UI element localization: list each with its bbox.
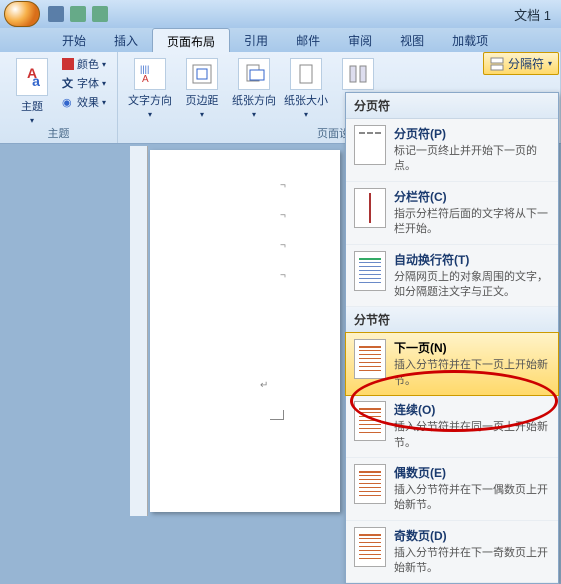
- breaks-button[interactable]: 分隔符 ▾: [483, 52, 559, 75]
- chevron-down-icon: ▾: [548, 59, 552, 68]
- save-icon[interactable]: [48, 6, 64, 22]
- group-label-theme: 主题: [0, 125, 117, 141]
- quick-access-toolbar: [48, 6, 108, 22]
- next-page-icon: [354, 339, 386, 379]
- size-button[interactable]: 纸张大小▾: [280, 56, 332, 119]
- page-break-icon: [354, 125, 386, 165]
- breaks-icon: [490, 57, 504, 71]
- margins-button[interactable]: 页边距▾: [176, 56, 228, 119]
- tab-view[interactable]: 视图: [386, 28, 438, 52]
- document-title: 文档 1: [514, 5, 551, 24]
- menu-item-even-page[interactable]: 偶数页(E)插入分节符并在下一偶数页上开始新节。: [346, 458, 558, 521]
- ribbon-tabs: 开始 插入 页面布局 引用 邮件 审阅 视图 加载项: [0, 28, 561, 52]
- office-button[interactable]: [4, 1, 40, 27]
- page[interactable]: ¬ ¬ ¬ ¬ ↵: [150, 150, 340, 512]
- title-bar: 文档 1: [0, 0, 561, 28]
- tab-home[interactable]: 开始: [48, 28, 100, 52]
- tab-addins[interactable]: 加载项: [438, 28, 502, 52]
- vertical-ruler[interactable]: [130, 146, 148, 516]
- themes-button[interactable]: Aa 主题 ▾: [6, 56, 58, 125]
- tab-mailings[interactable]: 邮件: [282, 28, 334, 52]
- even-page-icon: [354, 464, 386, 504]
- column-break-icon: [354, 188, 386, 228]
- theme-colors-button[interactable]: 颜色 ▾: [62, 56, 106, 72]
- text-direction-button[interactable]: ||||A文字方向▾: [124, 56, 176, 119]
- continuous-icon: [354, 401, 386, 441]
- tab-review[interactable]: 审阅: [334, 28, 386, 52]
- odd-page-icon: [354, 527, 386, 567]
- menu-item-continuous[interactable]: 连续(O)插入分节符并在同一页上开始新节。: [346, 395, 558, 458]
- svg-text:A: A: [142, 74, 149, 85]
- dropdown-header-section-breaks: 分节符: [346, 307, 558, 333]
- tab-insert[interactable]: 插入: [100, 28, 152, 52]
- redo-icon[interactable]: [92, 6, 108, 22]
- menu-item-next-page[interactable]: 下一页(N)插入分节符并在下一页上开始新节。: [345, 332, 559, 396]
- dropdown-header-page-breaks: 分页符: [346, 93, 558, 119]
- menu-item-odd-page[interactable]: 奇数页(D)插入分节符并在下一奇数页上开始新节。: [346, 521, 558, 584]
- text-wrapping-icon: [354, 251, 386, 291]
- tab-page-layout[interactable]: 页面布局: [152, 28, 230, 52]
- theme-fonts-button[interactable]: 文字体 ▾: [62, 75, 106, 91]
- document-area: ¬ ¬ ¬ ¬ ↵: [0, 146, 345, 516]
- menu-item-text-wrapping-break[interactable]: 自动换行符(T)分隔网页上的对象周围的文字，如分隔题注文字与正文。: [346, 245, 558, 308]
- theme-effects-button[interactable]: ◉效果 ▾: [62, 94, 106, 110]
- tab-references[interactable]: 引用: [230, 28, 282, 52]
- menu-item-page-break[interactable]: 分页符(P)标记一页终止并开始下一页的点。: [346, 119, 558, 182]
- svg-text:||||: ||||: [140, 64, 149, 74]
- orientation-button[interactable]: 纸张方向▾: [228, 56, 280, 119]
- menu-item-column-break[interactable]: 分栏符(C)指示分栏符后面的文字将从下一栏开始。: [346, 182, 558, 245]
- undo-icon[interactable]: [70, 6, 86, 22]
- breaks-dropdown: 分页符 分页符(P)标记一页终止并开始下一页的点。 分栏符(C)指示分栏符后面的…: [345, 92, 559, 584]
- chevron-down-icon: ▾: [30, 116, 34, 125]
